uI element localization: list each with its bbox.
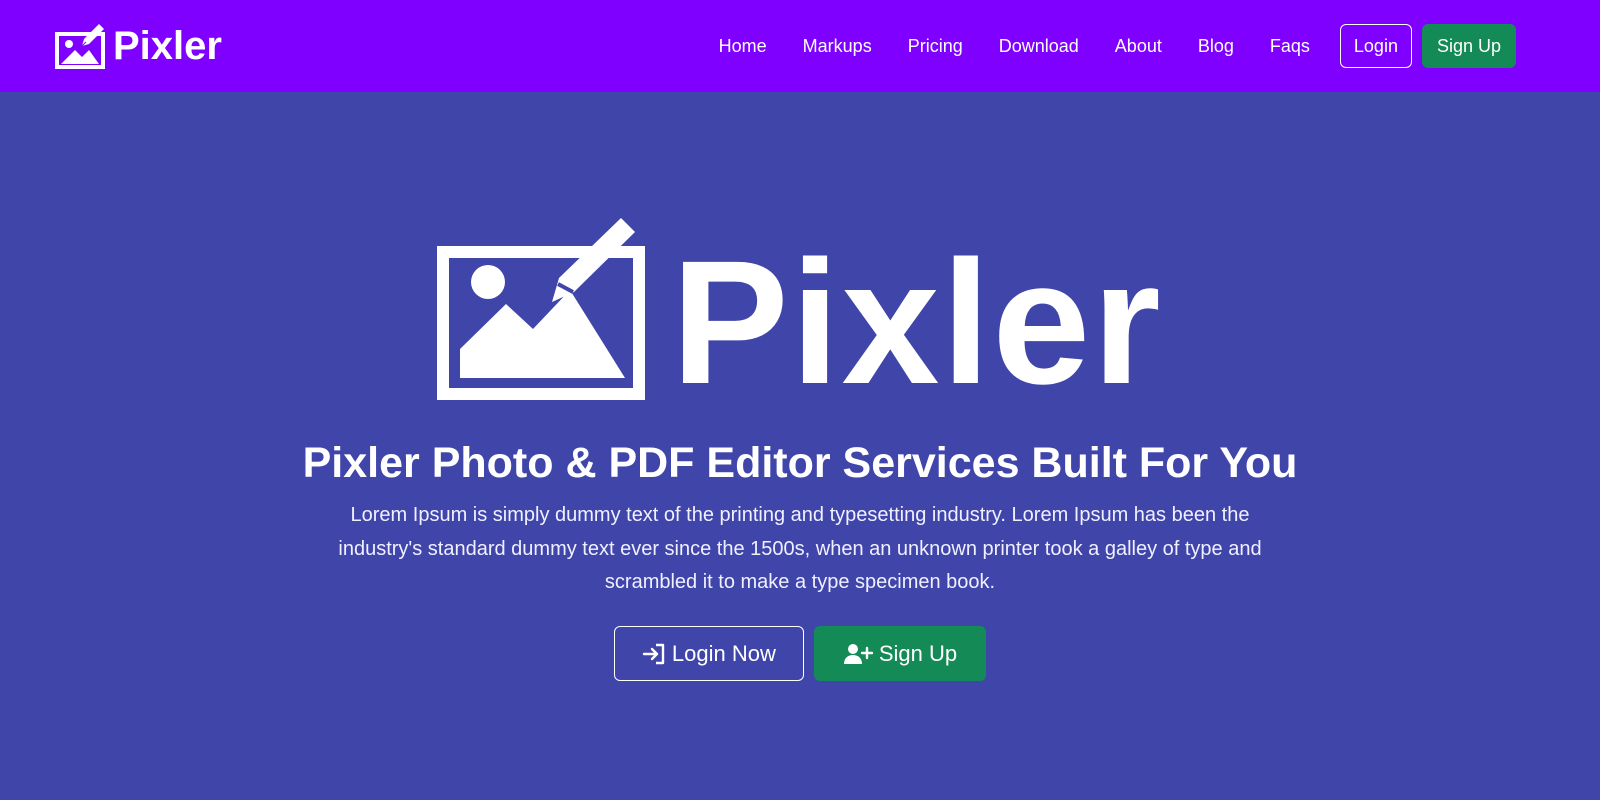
nav-item-faqs: Faqs — [1252, 28, 1328, 65]
hero-signup-button[interactable]: Sign Up — [813, 626, 987, 682]
nav-item-download: Download — [981, 28, 1097, 65]
hero-logo: Pixler — [437, 216, 1163, 422]
hero-actions: Login Now Sign Up — [613, 626, 987, 682]
nav-link-blog[interactable]: Blog — [1180, 28, 1252, 65]
nav-link-faqs[interactable]: Faqs — [1252, 28, 1328, 65]
nav-item-home: Home — [701, 28, 785, 65]
nav-menu: Home Markups Pricing Download About Blog… — [701, 28, 1328, 65]
nav-right: Home Markups Pricing Download About Blog… — [701, 24, 1516, 68]
nav-link-home[interactable]: Home — [701, 28, 785, 65]
nav-link-pricing[interactable]: Pricing — [890, 28, 981, 65]
top-navbar: Pixler Home Markups Pricing Download Abo… — [0, 0, 1600, 92]
nav-item-blog: Blog — [1180, 28, 1252, 65]
brand-logo-link[interactable]: Pixler — [55, 22, 222, 70]
image-edit-icon — [55, 22, 109, 70]
image-edit-icon — [437, 216, 649, 402]
nav-item-about: About — [1097, 28, 1180, 65]
hero-title: Pixler Photo & PDF Editor Services Built… — [302, 439, 1298, 487]
sign-in-icon — [642, 642, 666, 666]
nav-link-download[interactable]: Download — [981, 28, 1097, 65]
hero-login-label: Login Now — [671, 640, 776, 666]
brand-name: Pixler — [113, 24, 222, 68]
nav-login-button[interactable]: Login — [1339, 24, 1412, 68]
nav-link-about[interactable]: About — [1097, 28, 1180, 65]
hero-login-button[interactable]: Login Now — [613, 626, 804, 682]
hero-section: Pixler Pixler Photo & PDF Editor Service… — [0, 92, 1600, 800]
nav-item-markups: Markups — [785, 28, 890, 65]
hero-brand-name: Pixler — [671, 225, 1163, 422]
nav-signup-button[interactable]: Sign Up — [1421, 24, 1516, 68]
hero-signup-label: Sign Up — [878, 640, 958, 666]
nav-item-pricing: Pricing — [890, 28, 981, 65]
hero-description: Lorem Ipsum is simply dummy text of the … — [338, 504, 1262, 594]
nav-link-markups[interactable]: Markups — [785, 28, 890, 65]
user-plus-icon — [843, 642, 873, 666]
